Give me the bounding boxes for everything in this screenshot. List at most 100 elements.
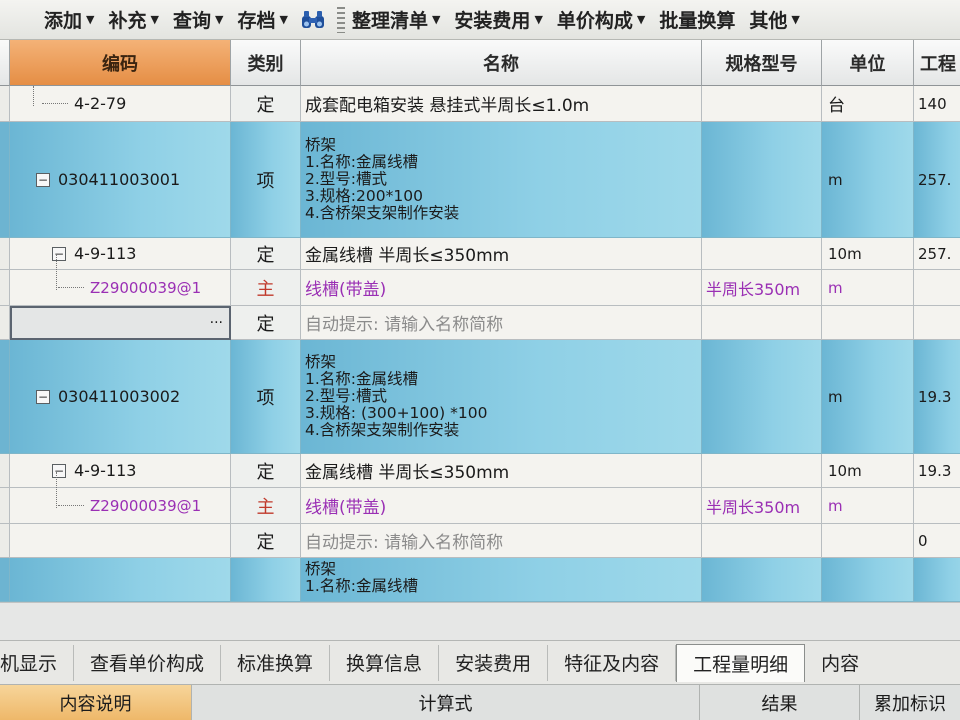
name-cell[interactable]: 桥架 1.名称:金属线槽: [301, 558, 702, 602]
column-header-category[interactable]: 类别: [231, 40, 301, 86]
column-header-formula[interactable]: 计算式: [192, 685, 700, 720]
category-cell[interactable]: 定: [231, 524, 301, 558]
category-cell[interactable]: [231, 558, 301, 602]
name-cell[interactable]: 成套配电箱安装 悬挂式半周长≤1.0m: [301, 86, 702, 122]
table-row[interactable]: ··· 定 自动提示: 请输入名称简称: [0, 306, 960, 340]
name-cell[interactable]: 金属线槽 半周长≤350mm: [301, 454, 702, 488]
collapse-icon[interactable]: −: [36, 172, 50, 187]
code-cell[interactable]: Z29000039@1: [10, 488, 231, 524]
quantity-cell[interactable]: 0: [914, 524, 960, 558]
name-input-hint[interactable]: 自动提示: 请输入名称简称: [301, 306, 702, 340]
spec-cell[interactable]: [702, 454, 822, 488]
category-cell[interactable]: 项: [231, 122, 301, 238]
tab-standard-convert[interactable]: 标准换算: [221, 644, 331, 681]
name-cell[interactable]: 线槽(带盖): [301, 270, 702, 306]
table-row[interactable]: Z29000039@1 主 线槽(带盖) 半周长350m m: [0, 270, 960, 306]
toolbar-organize-menu[interactable]: 整理清单 ▼: [345, 0, 447, 39]
code-cell[interactable]: − 030411003002: [10, 340, 231, 454]
toolbar-other-menu[interactable]: 其他 ▼: [742, 0, 806, 39]
table-row[interactable]: − 4-9-113 定 金属线槽 半周长≤350mm 10m 257.: [0, 238, 960, 270]
table-row[interactable]: − 030411003002 项 桥架 1.名称:金属线槽 2.型号:槽式 3.…: [0, 340, 960, 454]
category-cell[interactable]: 定: [231, 86, 301, 122]
toolbar-unit-price-menu[interactable]: 单价构成 ▼: [550, 0, 652, 39]
code-cell[interactable]: − 030411003001: [10, 122, 231, 238]
quantity-cell[interactable]: [914, 558, 960, 602]
unit-cell[interactable]: 10m: [822, 454, 914, 488]
code-cell[interactable]: [10, 558, 231, 602]
unit-cell[interactable]: 10m: [822, 238, 914, 270]
column-header-description[interactable]: 内容说明: [0, 685, 192, 720]
toolbar-supplement-menu[interactable]: 补充 ▼: [101, 0, 165, 39]
table-row[interactable]: − 030411003001 项 桥架 1.名称:金属线槽 2.型号:槽式 3.…: [0, 122, 960, 238]
category-cell[interactable]: 定: [231, 454, 301, 488]
column-header-result[interactable]: 结果: [700, 685, 860, 720]
category-cell[interactable]: 主: [231, 488, 301, 524]
spec-cell[interactable]: [702, 558, 822, 602]
tab-features[interactable]: 特征及内容: [548, 644, 677, 681]
unit-cell[interactable]: 台: [822, 86, 914, 122]
code-cell[interactable]: − 4-9-113: [10, 238, 231, 270]
spec-cell[interactable]: [702, 238, 822, 270]
panel-splitter[interactable]: [0, 602, 960, 640]
tab-convert-info[interactable]: 换算信息: [330, 644, 440, 681]
toolbar-batch-convert-button[interactable]: 批量换算: [652, 0, 742, 39]
tab-quantity-detail[interactable]: 工程量明细: [676, 643, 806, 682]
name-cell[interactable]: 桥架 1.名称:金属线槽 2.型号:槽式 3.规格:200*100 4.含桥架支…: [301, 122, 702, 238]
spec-cell[interactable]: [702, 524, 822, 558]
toolbar-query-menu[interactable]: 查询 ▼: [166, 0, 230, 39]
table-row[interactable]: − 4-9-113 定 金属线槽 半周长≤350mm 10m 19.3: [0, 454, 960, 488]
unit-cell[interactable]: m: [822, 488, 914, 524]
toolbar-add-menu[interactable]: 添加 ▼: [0, 0, 101, 39]
toolbar-archive-menu[interactable]: 存档 ▼: [230, 0, 294, 39]
ellipsis-button[interactable]: ···: [210, 315, 223, 331]
quantity-cell[interactable]: 140: [914, 86, 960, 122]
name-cell[interactable]: 桥架 1.名称:金属线槽 2.型号:槽式 3.规格: (300+100) *10…: [301, 340, 702, 454]
binoculars-button[interactable]: [295, 0, 331, 39]
spec-cell[interactable]: 半周长350m: [702, 488, 822, 524]
quantity-cell[interactable]: 257.: [914, 238, 960, 270]
code-cell[interactable]: Z29000039@1: [10, 270, 231, 306]
category-cell[interactable]: 主: [231, 270, 301, 306]
unit-cell[interactable]: [822, 306, 914, 340]
quantity-cell[interactable]: [914, 270, 960, 306]
quantity-cell[interactable]: 19.3: [914, 340, 960, 454]
tab-content[interactable]: 内容: [805, 645, 875, 681]
code-cell[interactable]: − 4-9-113: [10, 454, 231, 488]
collapse-icon[interactable]: −: [36, 389, 50, 404]
table-row[interactable]: 4-2-79 定 成套配电箱安装 悬挂式半周长≤1.0m 台 140: [0, 86, 960, 122]
tab-machine-display[interactable]: 机显示: [0, 644, 75, 681]
spec-cell[interactable]: [702, 86, 822, 122]
table-row[interactable]: Z29000039@1 主 线槽(带盖) 半周长350m m: [0, 488, 960, 524]
unit-cell[interactable]: [822, 524, 914, 558]
column-header-spec[interactable]: 规格型号: [702, 40, 822, 86]
code-cell[interactable]: [10, 524, 231, 558]
category-cell[interactable]: 定: [231, 238, 301, 270]
column-header-unit[interactable]: 单位: [822, 40, 914, 86]
toolbar-install-fee-menu[interactable]: 安装费用 ▼: [447, 0, 549, 39]
table-row[interactable]: 桥架 1.名称:金属线槽: [0, 558, 960, 602]
column-header-accumulate[interactable]: 累加标识: [860, 685, 960, 720]
quantity-cell[interactable]: 19.3: [914, 454, 960, 488]
unit-cell[interactable]: m: [822, 122, 914, 238]
name-cell[interactable]: 线槽(带盖): [301, 488, 702, 524]
code-cell[interactable]: 4-2-79: [10, 86, 231, 122]
category-cell[interactable]: 项: [231, 340, 301, 454]
collapse-icon[interactable]: −: [52, 463, 66, 478]
column-header-code[interactable]: 编码: [10, 40, 231, 86]
quantity-cell[interactable]: [914, 488, 960, 524]
unit-cell[interactable]: m: [822, 270, 914, 306]
collapse-icon[interactable]: −: [52, 246, 66, 261]
table-row[interactable]: 定 自动提示: 请输入名称简称 0: [0, 524, 960, 558]
category-cell[interactable]: 定: [231, 306, 301, 340]
spec-cell[interactable]: [702, 306, 822, 340]
name-cell[interactable]: 金属线槽 半周长≤350mm: [301, 238, 702, 270]
unit-cell[interactable]: m: [822, 340, 914, 454]
quantity-cell[interactable]: 257.: [914, 122, 960, 238]
toolbar-grip[interactable]: [336, 6, 345, 33]
column-header-quantity[interactable]: 工程: [914, 40, 960, 86]
tab-install-fee[interactable]: 安装费用: [439, 644, 549, 681]
quantity-cell[interactable]: [914, 306, 960, 340]
spec-cell[interactable]: [702, 340, 822, 454]
spec-cell[interactable]: 半周长350m: [702, 270, 822, 306]
name-input-hint[interactable]: 自动提示: 请输入名称简称: [301, 524, 702, 558]
